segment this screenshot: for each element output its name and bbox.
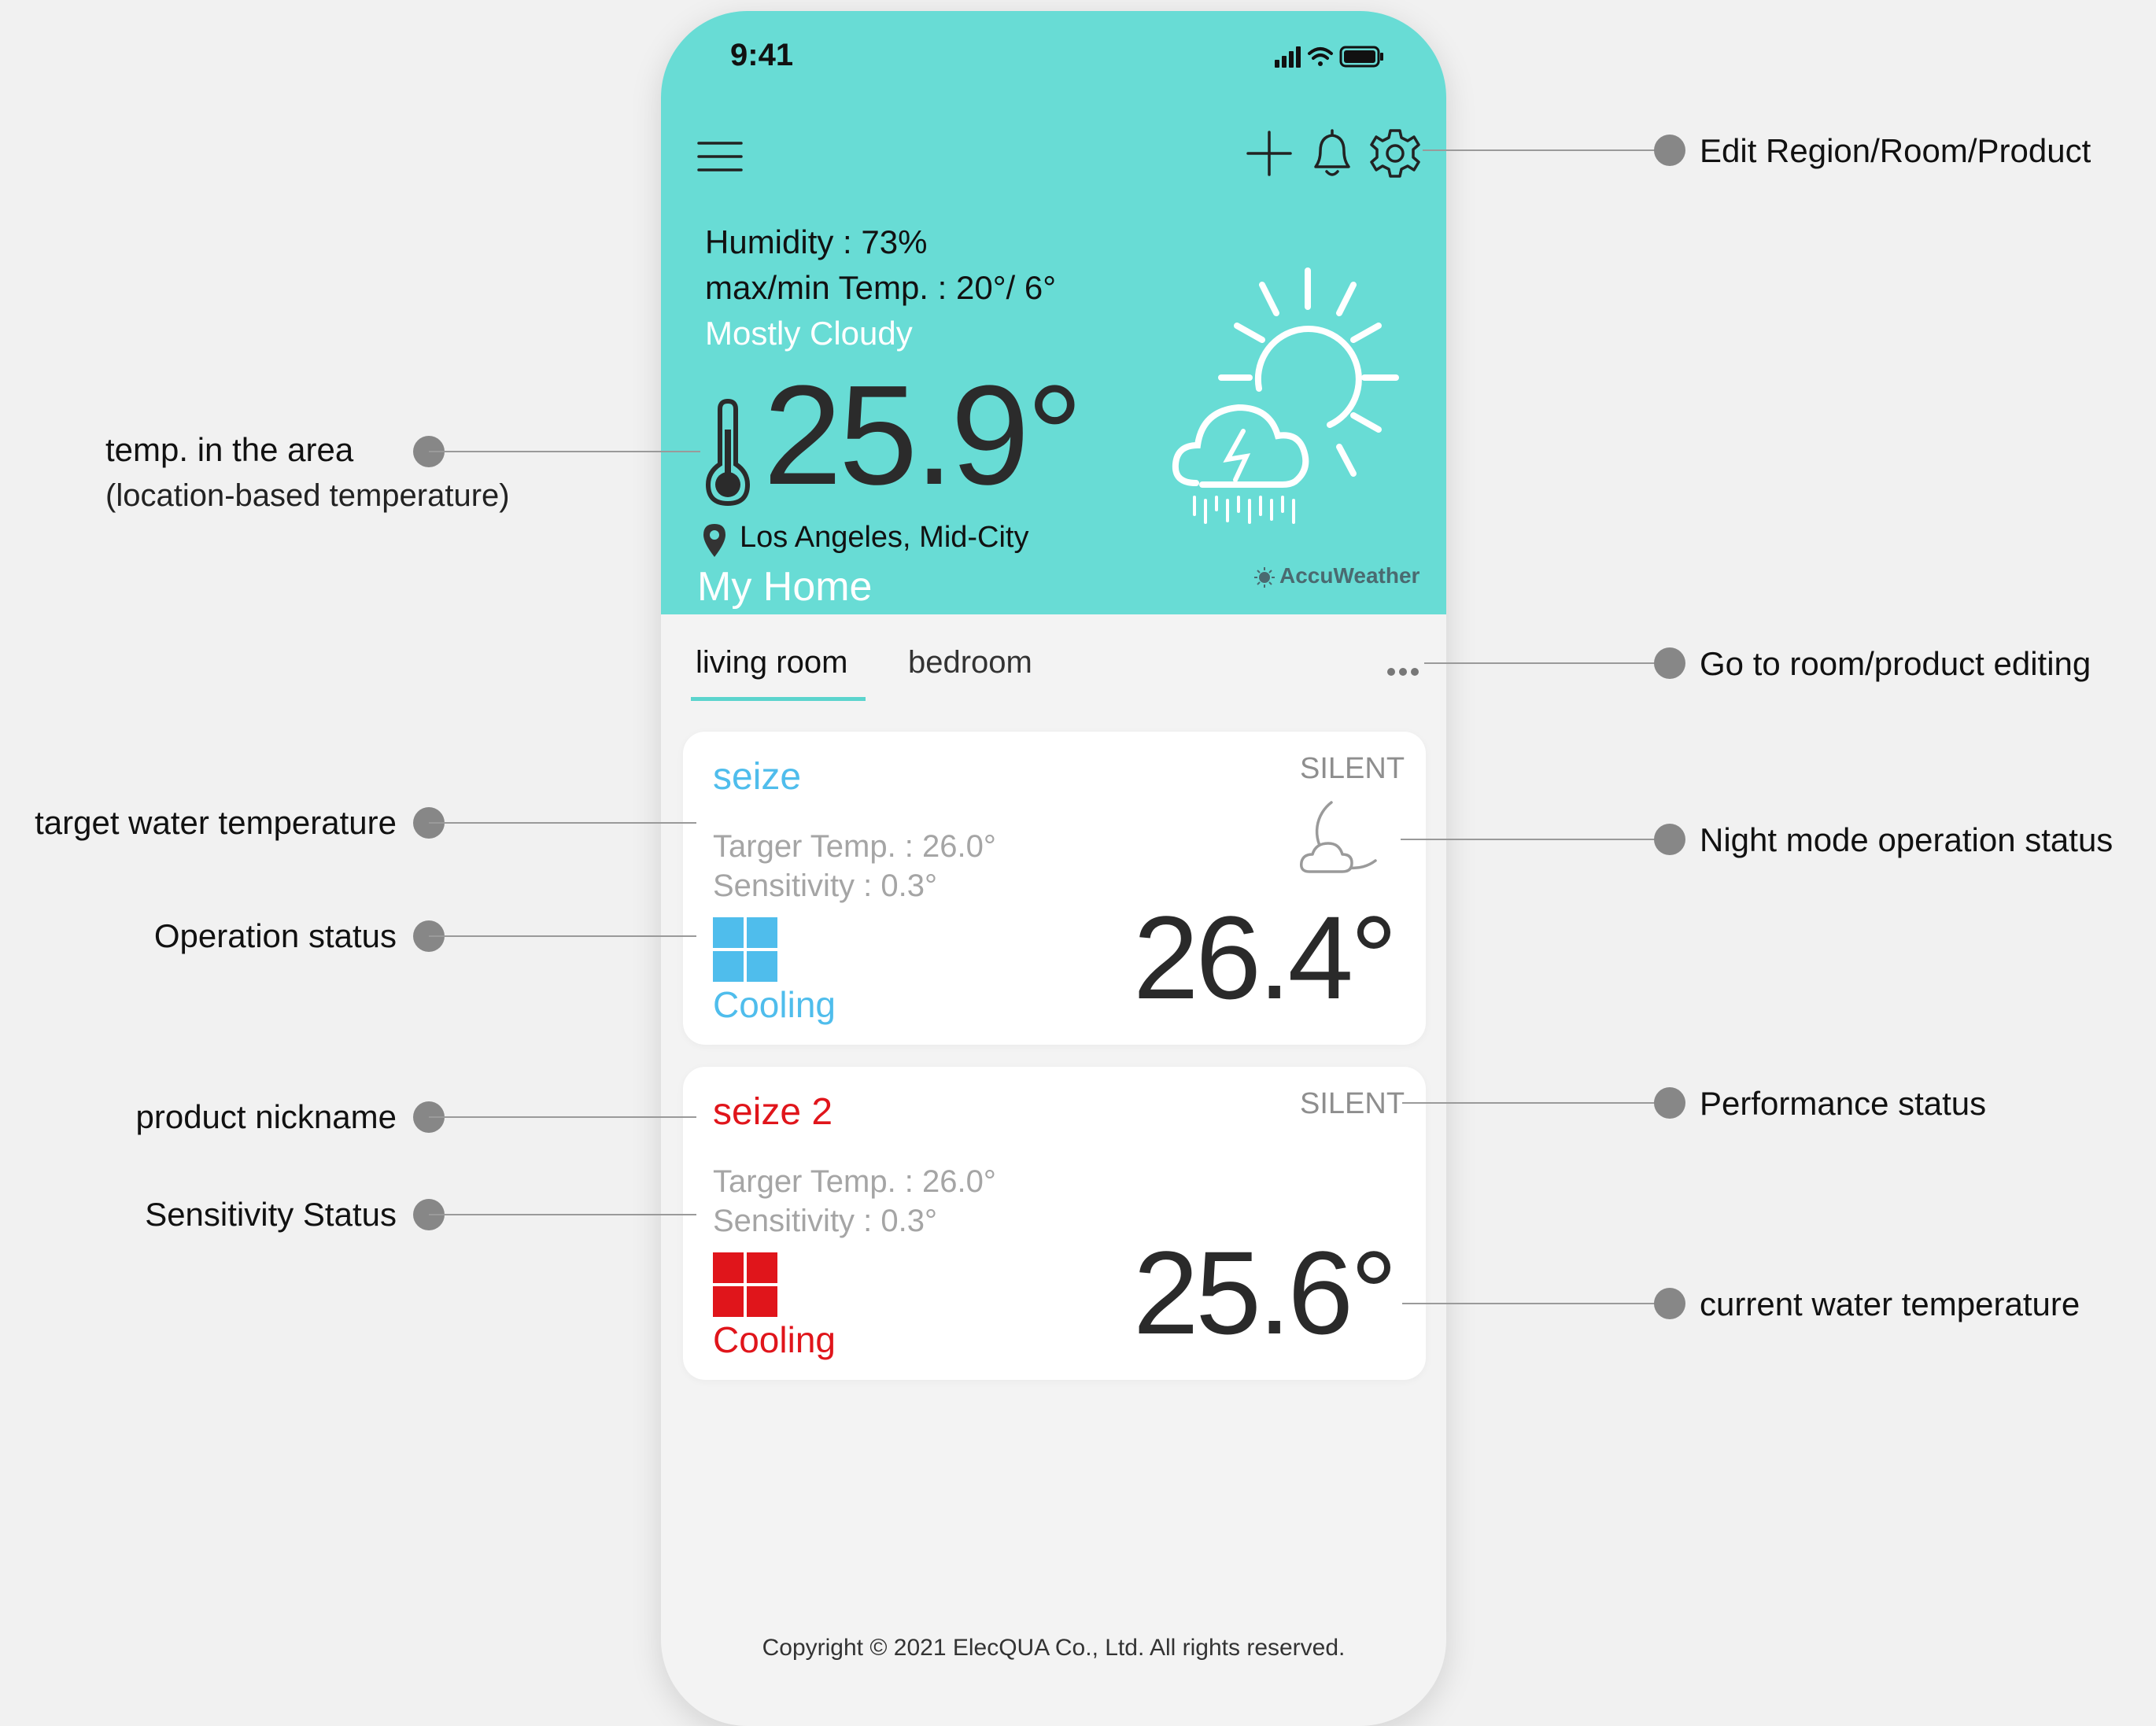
annotation-operation: Operation status: [153, 917, 397, 954]
annotation-dot: [1654, 1087, 1685, 1119]
operation-status: Cooling: [713, 984, 836, 1025]
phone-screen: 9:41 Humidity: 73% max/min Temp.: 20°/…: [661, 11, 1446, 1726]
annotation-line: [429, 935, 696, 937]
performance-mode: SILENT: [1300, 1087, 1405, 1120]
tab-bedroom[interactable]: bedroom: [908, 645, 1032, 680]
annotation-line: [429, 822, 696, 824]
annotation-dot: [1654, 824, 1685, 855]
bell-icon[interactable]: [1303, 124, 1361, 183]
more-dots-icon[interactable]: [1375, 656, 1431, 688]
plus-icon[interactable]: [1242, 126, 1297, 181]
menu-icon[interactable]: [692, 129, 748, 184]
annotation-room-edit: Go to room/product editing: [1700, 645, 2091, 682]
location-pin-icon: [703, 524, 725, 557]
wifi-icon: [1308, 47, 1333, 66]
current-water-temperature: 26.4°: [1133, 891, 1397, 1023]
location-text: Los Angeles, Mid-City: [740, 521, 1029, 554]
maxmin-temp-text: max/min Temp. : 20°/ 6°: [705, 269, 1056, 306]
copyright: Copyright © 2021 ElecQUA Co., Ltd. All r…: [762, 1635, 1346, 1661]
sensitivity-text: Sensitivity : 0.3°: [713, 1204, 937, 1238]
target-temperature: Targer Temp. : 26.0°: [713, 829, 996, 864]
accuweather-logo-icon: [1254, 567, 1275, 588]
home-name[interactable]: My Home: [697, 563, 872, 610]
product-card[interactable]: seize 2 SILENT Targer Temp. : 26.0° Sens…: [683, 1067, 1426, 1380]
thermometer-icon: [705, 398, 751, 507]
annotation-edit: Edit Region/Room/Product: [1700, 132, 2091, 169]
annotation-line: [429, 1214, 696, 1215]
annotation-line: [429, 451, 700, 452]
annotation-night-mode: Night mode operation status: [1700, 821, 2114, 858]
target-temperature: Targer Temp. : 26.0°: [713, 1164, 996, 1199]
annotation-line: [1401, 839, 1668, 840]
weather-condition: Mostly Cloudy: [705, 315, 913, 352]
annotation-dot: [1654, 647, 1685, 679]
annotation-area-temp-sub: (location-based temperature): [105, 478, 510, 513]
annotation-line: [1402, 1303, 1668, 1304]
annotation-dot: [1654, 1288, 1685, 1319]
weather-provider: AccuWeather: [1279, 563, 1420, 588]
product-nickname: seize 2: [713, 1091, 833, 1133]
annotation-line: [1402, 1102, 1668, 1104]
moon-cloud-icon: [1299, 801, 1377, 873]
grid-mode-icon: [713, 1252, 777, 1317]
product-card[interactable]: seize SILENT Targer Temp. : 26.0° Sensit…: [683, 732, 1426, 1045]
sun-storm-cloud-icon: [1172, 267, 1399, 524]
annotation-nickname: product nickname: [135, 1098, 397, 1135]
signal-icon: [1275, 46, 1301, 68]
product-nickname: seize: [713, 756, 802, 798]
annotation-area-temp: temp. in the area: [105, 431, 354, 468]
current-water-temperature: 25.6°: [1133, 1226, 1397, 1359]
performance-mode: SILENT: [1300, 752, 1405, 785]
active-tab-indicator: [691, 697, 866, 701]
annotation-sensitivity: Sensitivity Status: [145, 1196, 397, 1233]
status-time: 9:41: [730, 38, 794, 72]
weather-header: 9:41 Humidity: 73% max/min Temp.: 20°/…: [661, 11, 1446, 614]
annotation-dot: [1654, 135, 1685, 166]
battery-icon: [1339, 46, 1383, 68]
grid-mode-icon: [713, 917, 777, 982]
annotation-current-temp: current water temperature: [1700, 1285, 2080, 1322]
annotation-target-temp: target water temperature: [35, 804, 397, 841]
operation-status: Cooling: [713, 1319, 836, 1360]
humidity-text: Humidity : 73%: [705, 223, 928, 260]
annotation-performance: Performance status: [1700, 1085, 1987, 1122]
tab-living-room[interactable]: living room: [696, 645, 847, 680]
annotation-line: [429, 1116, 696, 1118]
gear-icon[interactable]: [1366, 124, 1424, 183]
annotation-line: [1424, 662, 1668, 664]
status-icons: [1275, 46, 1383, 68]
sensitivity-text: Sensitivity : 0.3°: [713, 869, 937, 903]
annotation-line: [1423, 149, 1668, 151]
area-temperature: 25.9°: [763, 356, 1083, 514]
